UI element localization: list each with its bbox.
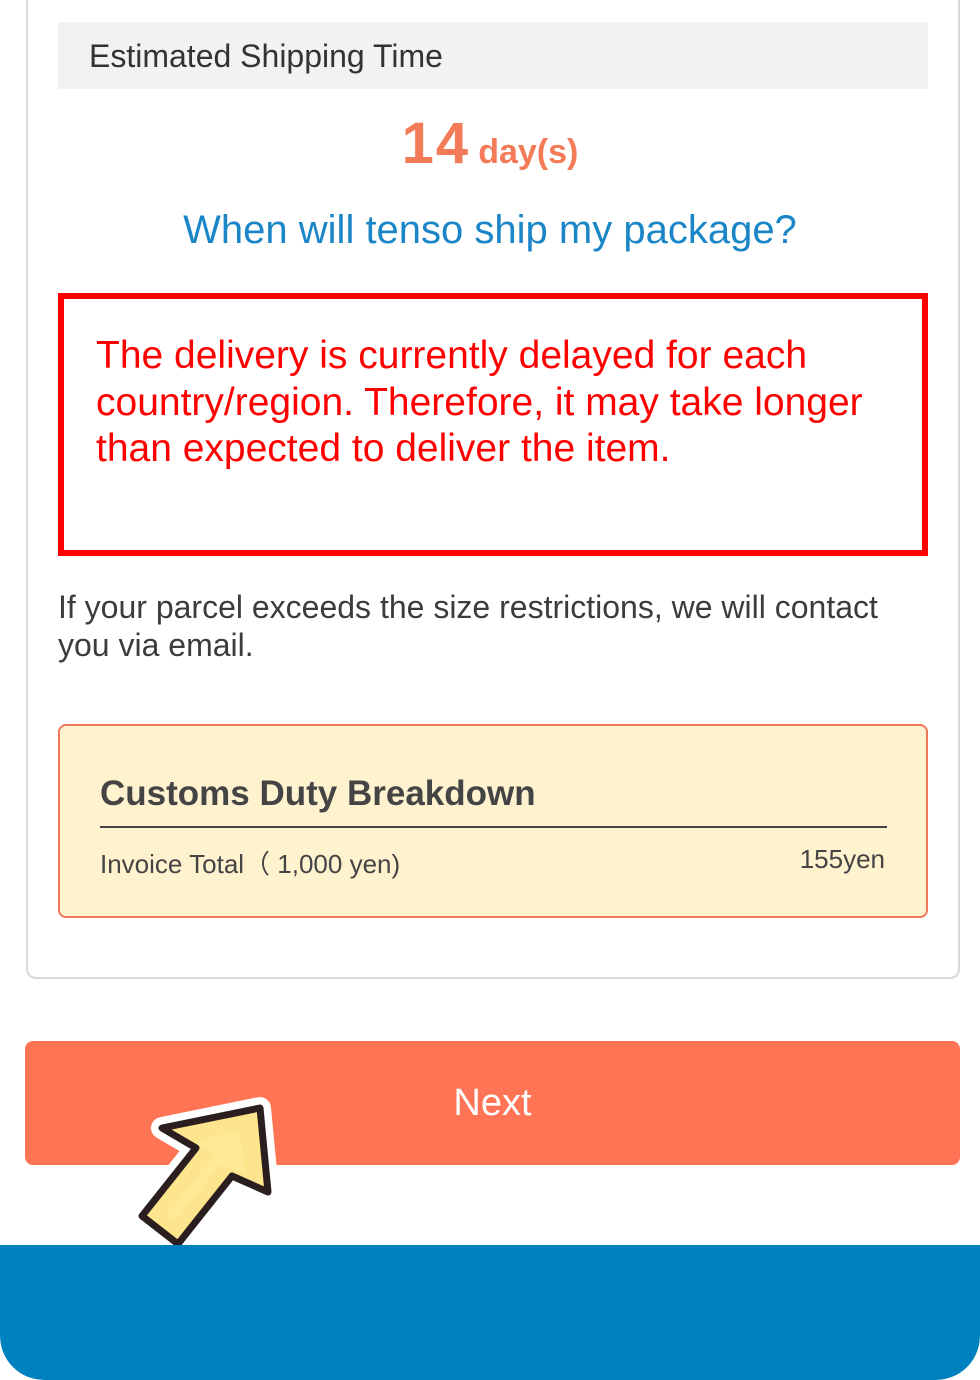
size-restriction-note: If your parcel exceeds the size restrict… — [58, 589, 878, 663]
customs-duty-box: Customs Duty Breakdown Invoice Total（ 1,… — [58, 724, 928, 918]
page-frame: Estimated Shipping Time 14 day(s) When wi… — [0, 0, 980, 1380]
invoice-duty-value: 155yen — [799, 844, 885, 874]
shipping-days: 14 day(s) — [0, 110, 980, 177]
footer-bar — [0, 1245, 980, 1380]
pointer-arrow-icon — [131, 1097, 279, 1255]
shipping-faq-link[interactable]: When will tenso ship my package? — [0, 208, 980, 253]
shipping-days-unit: day(s) — [478, 133, 579, 171]
delivery-delay-notice: The delivery is currently delayed for ea… — [58, 293, 928, 556]
customs-duty-title: Customs Duty Breakdown — [100, 774, 887, 828]
shipping-days-value: 14 — [401, 111, 471, 176]
invoice-total-label: Invoice Total（ 1,000 yen) — [100, 849, 401, 879]
estimated-shipping-header: Estimated Shipping Time — [58, 22, 928, 89]
